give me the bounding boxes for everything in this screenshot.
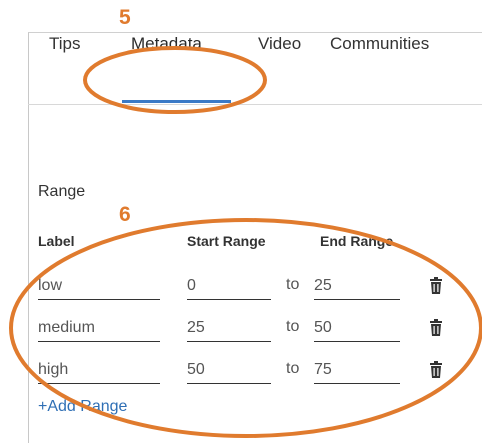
trash-icon[interactable] (429, 277, 443, 295)
range-start-input[interactable]: 0 (187, 273, 271, 300)
range-end-input[interactable]: 75 (314, 357, 400, 384)
annotation-number-5: 5 (119, 6, 131, 29)
annotation-number-6: 6 (119, 203, 131, 226)
range-end-input[interactable]: 50 (314, 315, 400, 342)
range-separator: to (286, 276, 300, 293)
tab-communities[interactable]: Communities (330, 34, 429, 54)
range-end-input[interactable]: 25 (314, 273, 400, 300)
tab-metadata[interactable]: Metadata (131, 34, 202, 54)
column-header-start: Start Range (187, 233, 266, 249)
trash-icon[interactable] (429, 361, 443, 379)
tab-tips[interactable]: Tips (49, 34, 81, 54)
column-header-end: End Range (320, 233, 394, 249)
range-start-input[interactable]: 25 (187, 315, 271, 342)
range-separator: to (286, 360, 300, 377)
range-section-title: Range (38, 183, 86, 200)
range-label-input[interactable]: high (38, 357, 160, 384)
range-separator: to (286, 318, 300, 335)
column-header-label: Label (38, 233, 75, 249)
range-start-input[interactable]: 50 (187, 357, 271, 384)
active-tab-indicator (122, 100, 231, 103)
range-label-input[interactable]: low (38, 273, 160, 300)
tab-video[interactable]: Video (258, 34, 301, 54)
trash-icon[interactable] (429, 319, 443, 337)
range-label-input[interactable]: medium (38, 315, 160, 342)
add-range-link[interactable]: +Add Range (38, 398, 127, 416)
